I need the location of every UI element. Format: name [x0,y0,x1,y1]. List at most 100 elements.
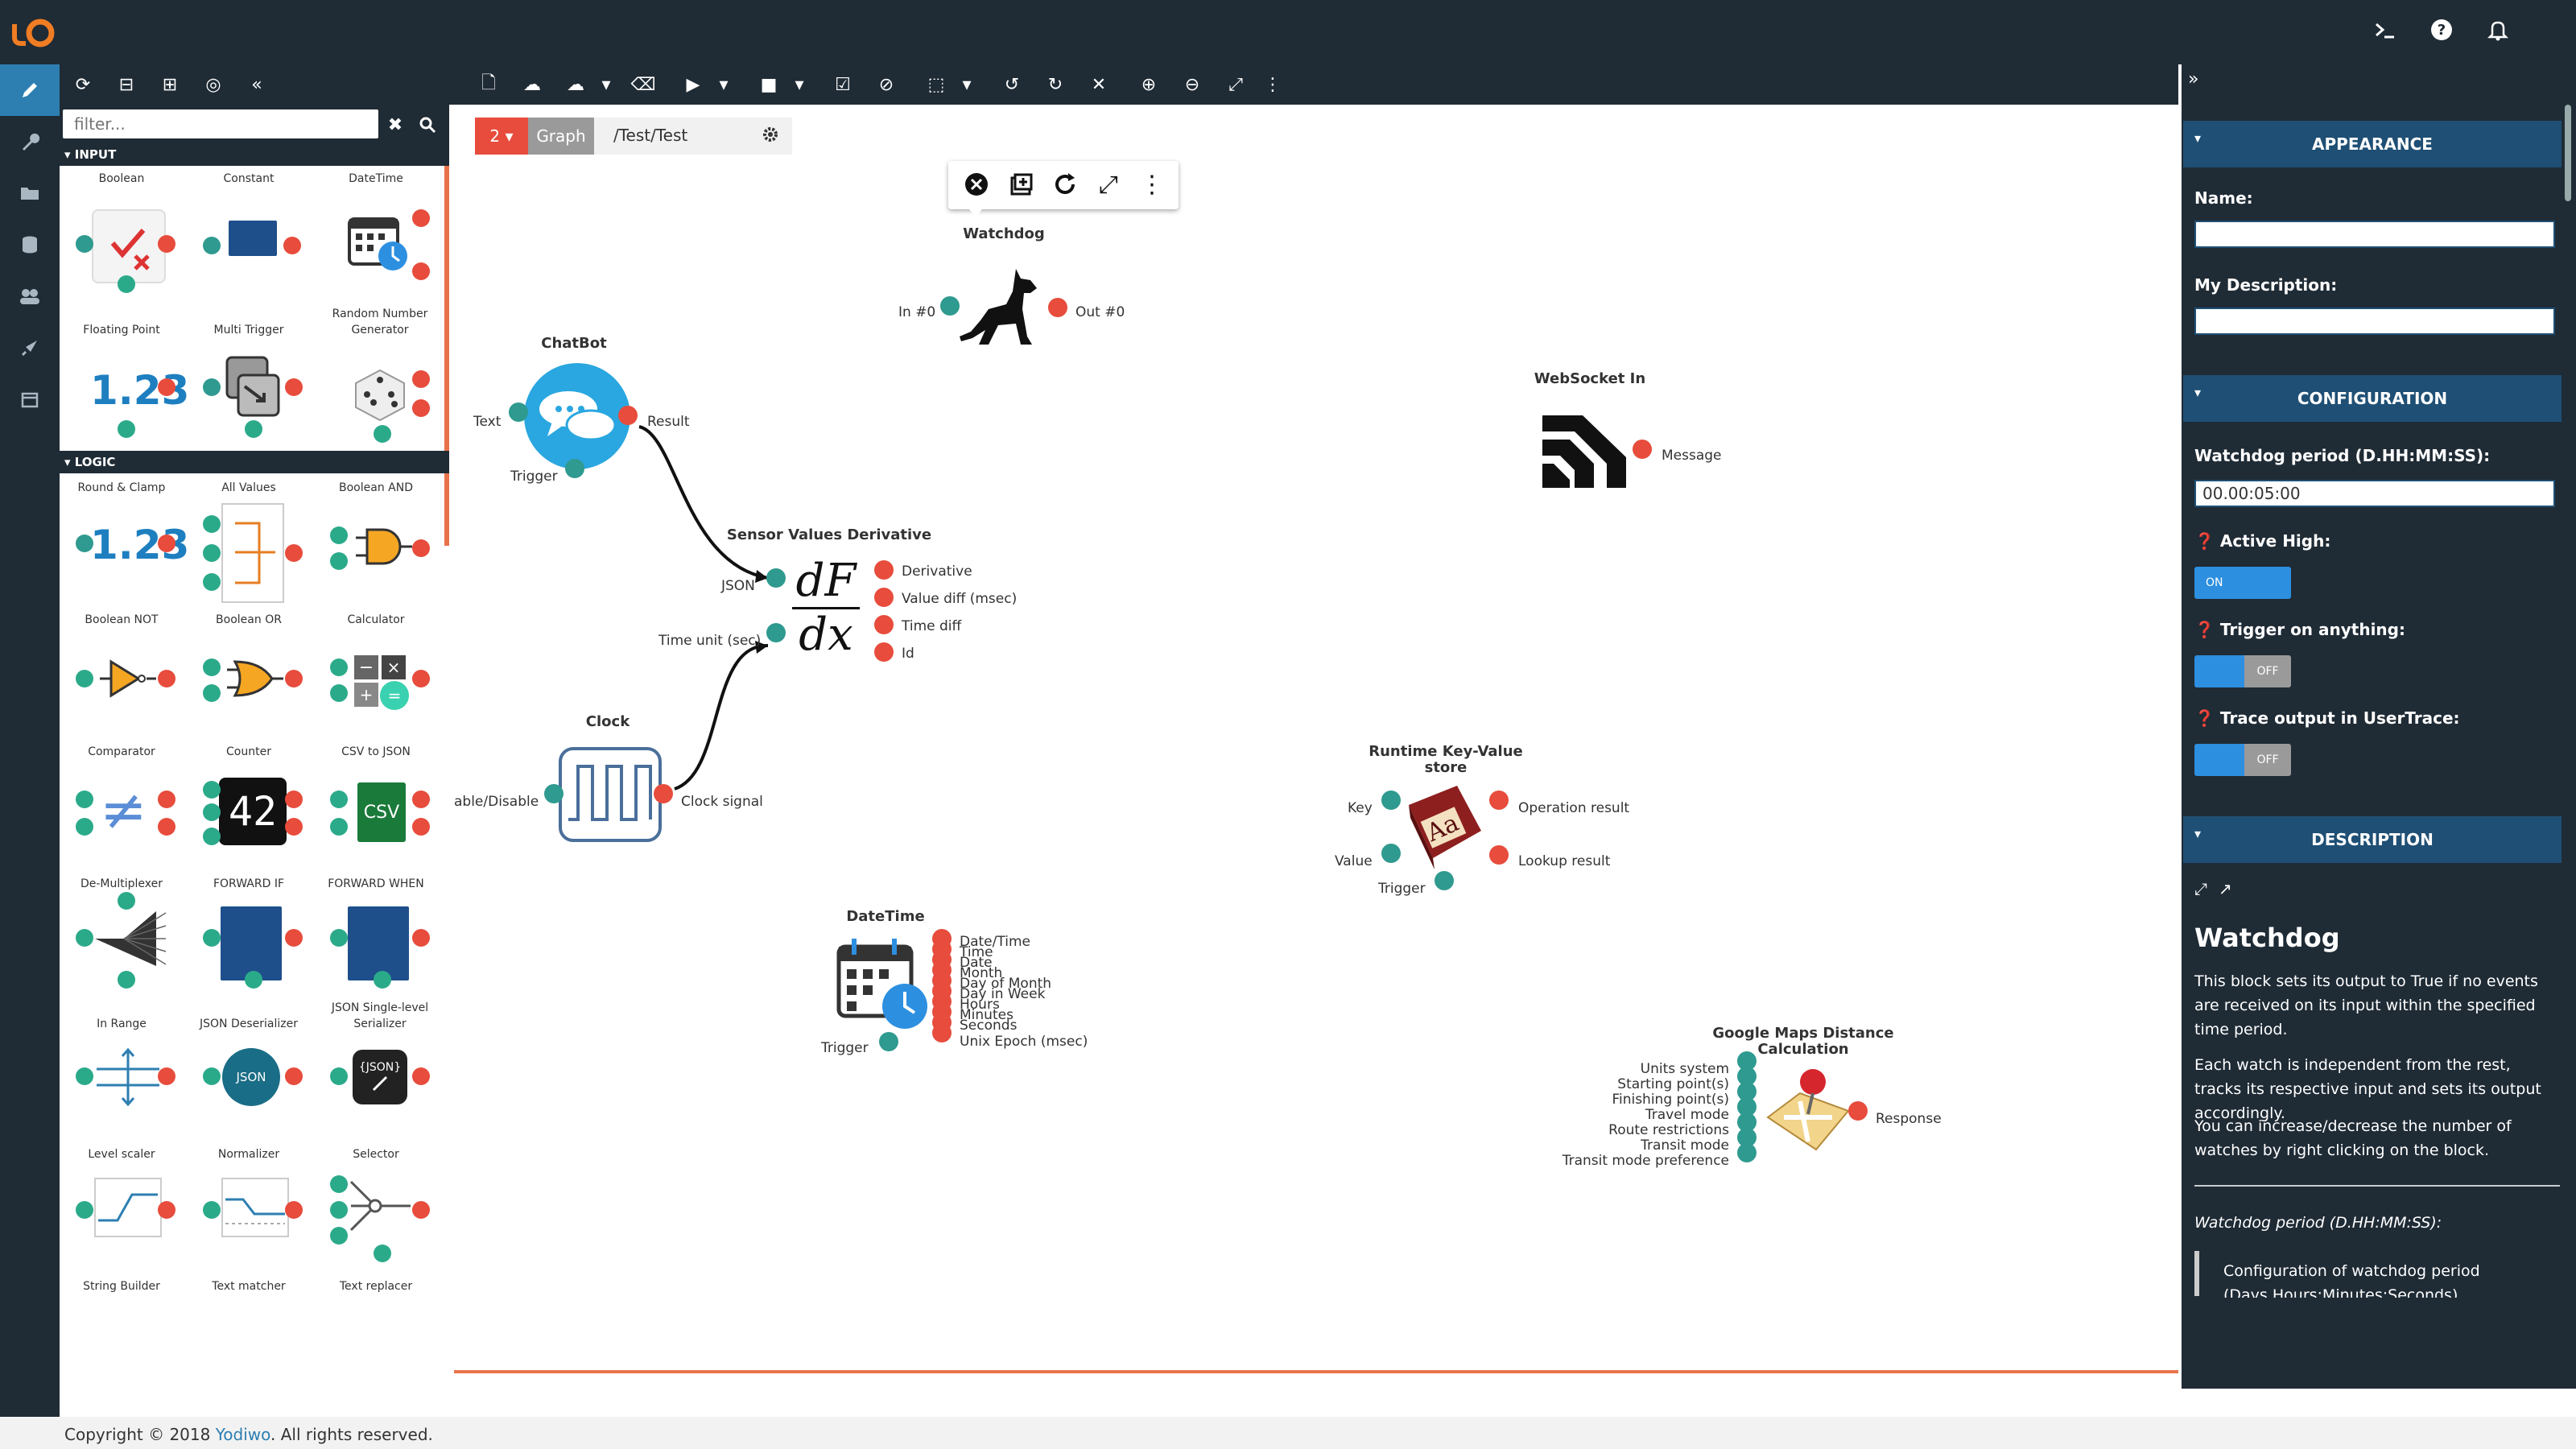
port-in[interactable] [766,568,786,588]
toggle-state: ON [2194,567,2291,599]
close-circle-icon[interactable] [961,169,992,200]
active-high-toggle[interactable]: ON [2194,567,2291,599]
expand-icon[interactable]: ⤢ [2194,879,2207,898]
derivative-formula-icon: dF dx [792,557,860,659]
port-in-label: Transit mode [1641,1137,1729,1154]
port-out[interactable] [654,784,673,803]
node-title: Google Maps Distance Calculation [1712,1025,1894,1058]
refresh-icon[interactable] [1050,169,1080,200]
port-out[interactable] [1848,1101,1868,1121]
port-out[interactable] [1633,440,1652,459]
wire-clock-derivative[interactable] [674,643,769,791]
port-in-label: In #0 [898,304,936,320]
port-out-label: Unix Epoch (msec) [960,1034,1088,1050]
port-in[interactable] [940,296,960,316]
port-in[interactable] [766,623,786,642]
canvas-bottom-divider [454,1370,2178,1373]
fullscreen-icon[interactable]: ⤢ [1093,169,1124,200]
node-title: Sensor Values Derivative [726,526,932,543]
port-in[interactable] [509,402,528,422]
collapse-right-panel-icon[interactable]: » [2188,69,2217,98]
node-title: Runtime Key-Value store [1368,743,1523,776]
footer: Copyright © 2018 Yodiwo. All rights rese… [0,1417,2576,1449]
description-param-name: Watchdog period (D.HH:MM:SS): [2194,1214,2442,1232]
port-out[interactable] [874,615,894,634]
description-param-text: Configuration of watchdog period (Days.H… [2223,1262,2480,1298]
port-out-label: Out #0 [1075,304,1125,320]
trigger-anything-toggle[interactable]: OFF [2194,655,2291,687]
port-out[interactable] [1048,298,1067,317]
port-in[interactable] [1381,791,1401,810]
node-title: ChatBot [541,335,607,352]
port-in[interactable] [544,784,564,803]
node-context-toolbar: ⤢ ⋮ [948,161,1179,209]
more-vertical-icon[interactable]: ⋮ [1137,169,1167,200]
port-in-label: JSON [721,578,755,594]
external-link-icon[interactable]: ↗ [2219,879,2232,898]
port-in[interactable] [565,459,584,478]
port-in-label: Travel mode [1645,1107,1729,1123]
watchdog-period-input[interactable] [2194,480,2555,507]
port-out-label: Result [647,414,690,430]
port-in-label: Units system [1640,1061,1729,1077]
trace-output-text: Trace output in UserTrace: [2219,708,2460,728]
dog-icon [960,269,1037,345]
node-title: Clock [585,713,630,730]
copyright-prefix: Copyright © 2018 [64,1425,216,1444]
active-high-text: Active High: [2219,531,2331,551]
node-title: Watchdog [963,225,1045,242]
help-icon[interactable]: ❓ [2194,531,2215,551]
port-out-label: Time diff [902,618,962,634]
port-out[interactable] [1489,845,1509,865]
caret-down-icon: ▾ [2194,826,2202,841]
description-paragraph: This block sets its output to True if no… [2194,972,2538,1038]
add-block-icon[interactable] [1006,169,1037,200]
description-divider [2194,1185,2560,1187]
section-configuration[interactable]: ▾ CONFIGURATION [2183,375,2562,422]
help-icon[interactable]: ❓ [2194,620,2215,639]
port-in-label: Starting point(s) [1617,1076,1729,1092]
trace-output-toggle[interactable]: OFF [2194,744,2291,776]
description-title: Watchdog [2194,923,2340,953]
port-out[interactable] [618,406,638,425]
wire-chatbot-derivative[interactable] [638,425,769,580]
help-icon[interactable]: ❓ [2194,708,2215,728]
node-title: WebSocket In [1534,370,1646,387]
calendar-clock-icon [836,939,927,1029]
port-in-label: able/Disable [454,794,539,810]
port-out-label: Message [1662,448,1722,464]
section-configuration-title: CONFIGURATION [2297,389,2448,408]
port-out-label: Seconds [960,1018,1018,1034]
clock-signal-icon [559,747,662,842]
port-out[interactable] [874,560,894,580]
section-appearance-title: APPEARANCE [2312,134,2433,154]
panel-scrollbar[interactable] [2565,105,2571,201]
description-paragraph: You can increase/decrease the number of … [2194,1117,2512,1159]
yodiwo-link[interactable]: Yodiwo [216,1425,270,1444]
port-in[interactable] [879,1032,898,1051]
chat-bubble-icon [524,363,630,469]
caret-down-icon: ▾ [2194,130,2202,146]
port-out[interactable] [874,642,894,662]
port-in-label: Transit mode preference [1562,1153,1729,1169]
trigger-anything-label: ❓ Trigger on anything: [2194,620,2405,639]
description-input[interactable] [2194,308,2555,335]
section-description[interactable]: ▾ DESCRIPTION [2183,816,2562,863]
port-in[interactable] [1737,1143,1757,1162]
websocket-icon [1542,415,1626,488]
name-input[interactable] [2194,221,2555,248]
port-out[interactable] [932,1023,952,1042]
port-in-label: Time unit (sec) [658,633,762,649]
port-out[interactable] [1489,791,1509,810]
watchdog-period-label: Watchdog period (D.HH:MM:SS): [2194,446,2491,465]
port-in[interactable] [1381,844,1401,863]
toggle-state: OFF [2244,655,2291,687]
active-high-label: ❓ Active High: [2194,531,2330,551]
section-appearance[interactable]: ▾ APPEARANCE [2183,121,2562,167]
port-in[interactable] [1435,871,1454,890]
port-out[interactable] [874,588,894,607]
name-label: Name: [2194,188,2253,208]
port-in-label: Trigger [510,469,558,485]
port-out-label: Lookup result [1518,853,1611,869]
port-out-label: Derivative [902,564,972,580]
